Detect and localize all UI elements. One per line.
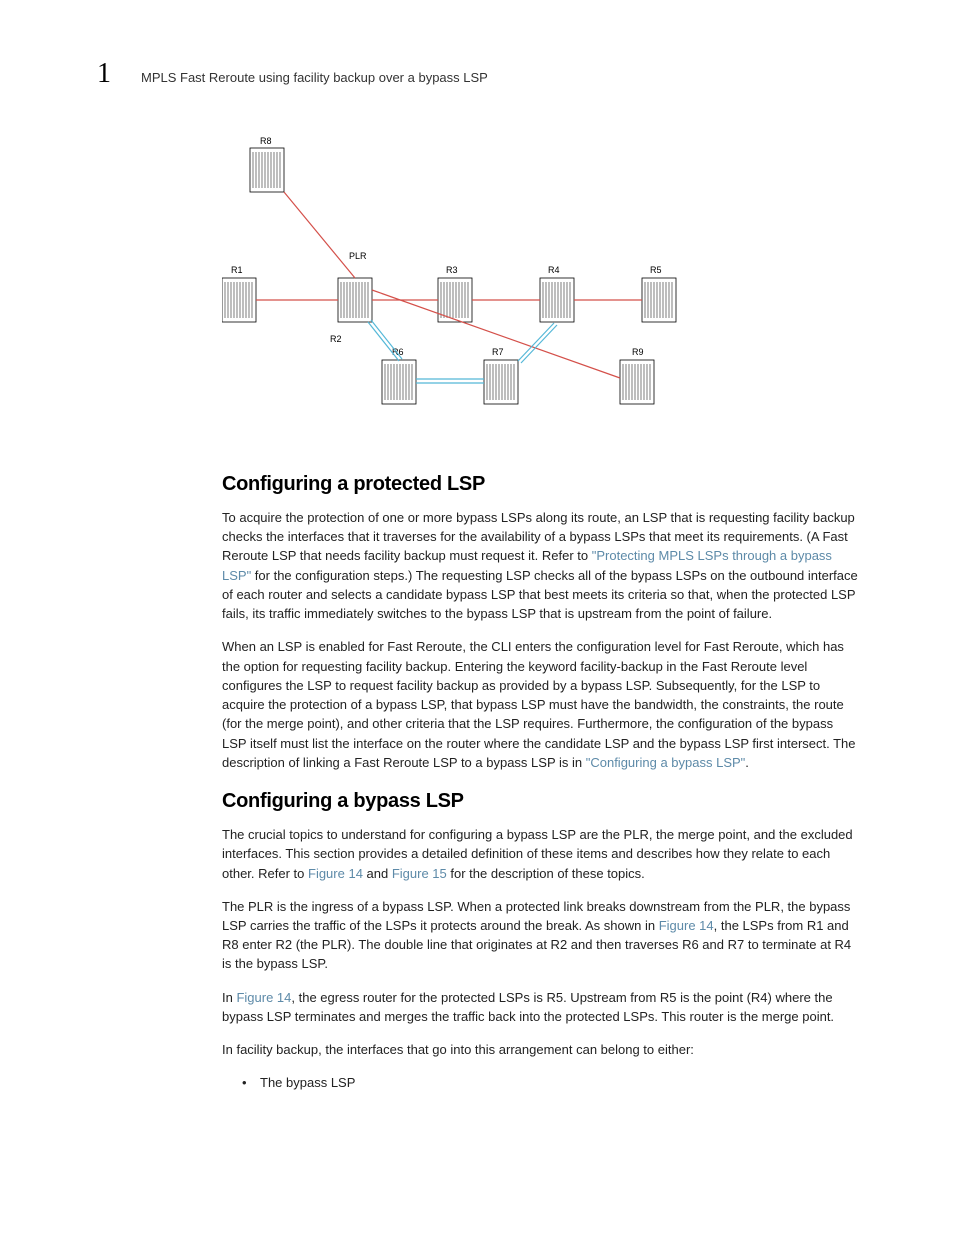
node-label-r3: R3: [446, 265, 458, 275]
link-figure-14[interactable]: Figure 14: [659, 918, 714, 933]
chapter-number: 1: [97, 58, 111, 90]
text: and: [363, 866, 392, 881]
list-item: The bypass LSP: [242, 1073, 860, 1092]
paragraph: In Figure 14, the egress router for the …: [222, 988, 860, 1026]
running-title: MPLS Fast Reroute using facility backup …: [141, 70, 488, 85]
link-figure-15[interactable]: Figure 15: [392, 866, 447, 881]
link-figure-14[interactable]: Figure 14: [308, 866, 363, 881]
heading-configuring-protected-lsp: Configuring a protected LSP: [222, 473, 860, 496]
text: , the egress router for the protected LS…: [222, 990, 834, 1024]
paragraph: To acquire the protection of one or more…: [222, 508, 860, 623]
node-label-r1: R1: [231, 265, 243, 275]
node-label-r4: R4: [548, 265, 560, 275]
network-diagram: R8 PLR R1 R3 R4 R5 R2 R6 R7 R9: [222, 130, 732, 430]
node-label-r9: R9: [632, 347, 644, 357]
text: .: [745, 755, 749, 770]
node-label-r8: R8: [260, 136, 272, 146]
text: In: [222, 990, 236, 1005]
text: for the configuration steps.) The reques…: [222, 568, 858, 621]
heading-configuring-bypass-lsp: Configuring a bypass LSP: [222, 790, 860, 813]
paragraph: The PLR is the ingress of a bypass LSP. …: [222, 897, 860, 974]
link-figure-14[interactable]: Figure 14: [236, 990, 291, 1005]
node-label-r5: R5: [650, 265, 662, 275]
node-label-r7: R7: [492, 347, 504, 357]
text: When an LSP is enabled for Fast Reroute,…: [222, 639, 856, 769]
link-configuring-bypass-lsp[interactable]: "Configuring a bypass LSP": [586, 755, 746, 770]
paragraph: When an LSP is enabled for Fast Reroute,…: [222, 637, 860, 772]
node-label-plr: PLR: [349, 251, 367, 261]
node-label-r2: R2: [330, 334, 342, 344]
paragraph: In facility backup, the interfaces that …: [222, 1040, 860, 1059]
paragraph: The crucial topics to understand for con…: [222, 825, 860, 883]
text: for the description of these topics.: [447, 866, 645, 881]
